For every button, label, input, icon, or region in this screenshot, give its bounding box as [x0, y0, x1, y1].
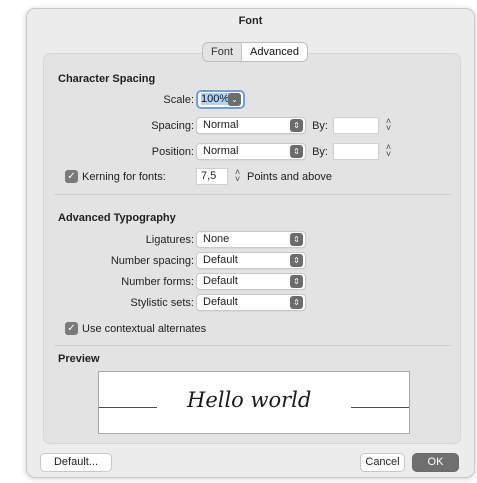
contextual-alternates-checkbox[interactable]: ✓: [65, 322, 78, 335]
number-spacing-value: Default: [203, 254, 238, 266]
ligatures-value: None: [203, 233, 230, 245]
window-title: Font: [238, 15, 263, 27]
kerning-suffix: Points and above: [247, 171, 333, 183]
position-popup[interactable]: Normal ⇕: [196, 143, 306, 160]
ligatures-label: Ligatures:: [145, 234, 194, 246]
contextual-alternates-label: Use contextual alternates: [82, 323, 207, 335]
number-forms-popup[interactable]: Default ⇕: [196, 273, 306, 290]
up-down-chevron-icon: ⇕: [290, 254, 303, 267]
kerning-label: Kerning for fonts:: [82, 171, 166, 183]
position-label: Position:: [151, 146, 194, 158]
up-down-chevron-icon: ⇕: [290, 296, 303, 309]
character-spacing-title: Character Spacing: [58, 73, 156, 85]
baseline-left: [99, 407, 157, 408]
kerning-field[interactable]: 7,5: [196, 168, 228, 185]
font-dialog: Font Font Advanced Character Spacing Sca…: [26, 8, 475, 478]
number-spacing-label: Number spacing:: [110, 255, 194, 267]
stylistic-sets-popup[interactable]: Default ⇕: [196, 294, 306, 311]
spacing-popup[interactable]: Normal ⇕: [196, 117, 306, 134]
position-by-field[interactable]: [333, 143, 379, 160]
up-down-chevron-icon: ⇕: [290, 119, 303, 132]
chevron-down-icon[interactable]: ⌄: [228, 93, 241, 106]
spacing-value: Normal: [203, 119, 239, 131]
default-button[interactable]: Default...: [40, 453, 112, 472]
preview-sample-text: Hello world: [187, 388, 312, 412]
scale-label: Scale:: [163, 94, 194, 106]
tab-font[interactable]: Font: [203, 43, 241, 61]
tab-advanced[interactable]: Advanced: [241, 43, 307, 61]
spacing-label: Spacing:: [151, 120, 194, 132]
spacing-by-field[interactable]: [333, 117, 379, 134]
position-value: Normal: [203, 145, 239, 157]
scale-value: 100%: [201, 93, 230, 105]
section-divider: [54, 194, 452, 195]
advanced-typography-title: Advanced Typography: [58, 212, 176, 224]
number-spacing-popup[interactable]: Default ⇕: [196, 252, 306, 269]
up-down-chevron-icon: ⇕: [290, 145, 303, 158]
kerning-checkbox[interactable]: ✓: [65, 170, 78, 183]
preview-box: Hello world: [98, 371, 410, 434]
scale-combo[interactable]: 100% ⌄: [196, 90, 245, 109]
tab-bar: Font Advanced: [202, 42, 308, 62]
position-by-label: By:: [312, 146, 328, 158]
ligatures-popup[interactable]: None ⇕: [196, 231, 306, 248]
checkmark-icon: ✓: [67, 171, 76, 182]
stylistic-sets-label: Stylistic sets:: [130, 297, 194, 309]
preview-title: Preview: [58, 353, 100, 365]
ok-button[interactable]: OK: [412, 453, 459, 472]
spacing-by-label: By:: [312, 120, 328, 132]
cancel-button[interactable]: Cancel: [360, 453, 405, 472]
number-forms-value: Default: [203, 275, 238, 287]
number-forms-label: Number forms:: [121, 276, 194, 288]
spacing-by-stepper-icon[interactable]: ˄ ˅: [384, 117, 393, 133]
advanced-panel: Character Spacing Scale: 100% ⌄ Spacing:…: [43, 53, 461, 444]
section-divider: [54, 345, 452, 346]
up-down-chevron-icon: ⇕: [290, 233, 303, 246]
stylistic-sets-value: Default: [203, 296, 238, 308]
kerning-stepper-icon[interactable]: ˄ ˅: [233, 168, 242, 184]
position-by-stepper-icon[interactable]: ˄ ˅: [384, 143, 393, 159]
baseline-right: [351, 407, 409, 408]
checkmark-icon: ✓: [67, 323, 76, 334]
up-down-chevron-icon: ⇕: [290, 275, 303, 288]
